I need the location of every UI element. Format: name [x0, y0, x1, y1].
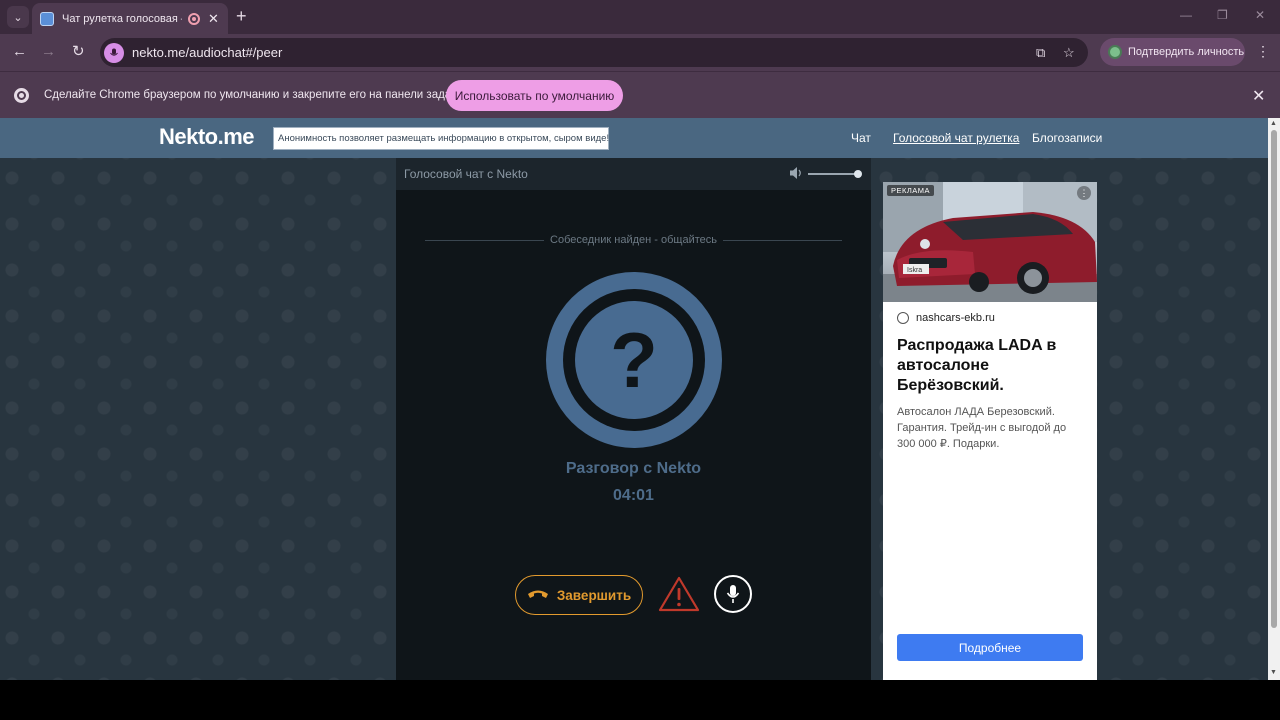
forward-arrow-icon[interactable]: →: [41, 43, 56, 61]
call-timer: 04:01: [613, 487, 654, 504]
car-illustration: Iskra: [883, 182, 1097, 302]
scroll-up-icon[interactable]: ▲: [1270, 120, 1277, 127]
default-browser-infobar: Сделайте Chrome браузером по умолчанию и…: [0, 71, 1280, 118]
scrollbar-thumb[interactable]: [1271, 130, 1277, 628]
minimize-icon[interactable]: —: [1180, 8, 1192, 22]
panel-header: Голосовой чат с Nekto: [396, 158, 871, 190]
advertisement[interactable]: Iskra РЕКЛАМА ⋮ nashcars-ekb.ru Распрода…: [883, 182, 1097, 680]
ad-label: РЕКЛАМА: [887, 185, 935, 196]
recording-indicator-icon: [188, 12, 200, 25]
end-call-label: Завершить: [556, 587, 632, 603]
infobar-close-icon[interactable]: ✕: [1252, 86, 1265, 106]
verify-identity-label: Подтвердить личность: [1128, 46, 1245, 58]
tab-close-icon[interactable]: ✕: [208, 11, 219, 27]
verify-identity-button[interactable]: Подтвердить личность: [1100, 38, 1245, 66]
site-favicon-icon: [40, 11, 54, 26]
microphone-toggle-button[interactable]: [714, 575, 752, 613]
chrome-logo-icon: [14, 88, 29, 103]
letterbox-bar: [0, 680, 1280, 720]
ad-car-image[interactable]: Iskra РЕКЛАМА ⋮: [883, 182, 1097, 302]
window-close-icon[interactable]: ✕: [1255, 8, 1265, 22]
nav-link-chat[interactable]: Чат: [851, 131, 871, 145]
ad-domain: nashcars-ekb.ru: [916, 312, 995, 324]
nav-link-voice-chat[interactable]: Голосовой чат рулетка: [893, 131, 1019, 145]
ad-description: Автосалон ЛАДА Березовский. Гарантия. Тр…: [897, 406, 1067, 450]
page-scrollbar[interactable]: ▲ ▼: [1268, 118, 1280, 680]
bookmark-star-icon[interactable]: ☆: [1063, 45, 1075, 61]
ad-details-button[interactable]: Подробнее: [897, 634, 1083, 661]
active-tab[interactable]: Чат рулетка голосовая — N ✕: [32, 3, 228, 34]
globe-icon: [897, 312, 909, 324]
site-tagline: Анонимность позволяет размещать информац…: [273, 127, 609, 150]
call-title: Разговор с Nekto: [565, 460, 702, 477]
maximize-icon[interactable]: ❐: [1217, 8, 1228, 22]
url-text: nekto.me/audiochat#/peer: [132, 45, 283, 60]
tab-search-button[interactable]: ⌄: [7, 6, 29, 28]
reload-icon[interactable]: ↻: [72, 43, 85, 61]
infobar-message: Сделайте Chrome браузером по умолчанию и…: [44, 89, 461, 101]
back-arrow-icon[interactable]: ←: [12, 43, 27, 61]
hang-up-phone-icon: [527, 590, 548, 598]
car-plate-text: Iskra: [907, 267, 922, 274]
voice-chat-panel: Голосовой чат с Nekto Собеседник найден …: [396, 158, 871, 680]
volume-slider[interactable]: [808, 173, 858, 175]
nav-link-blog[interactable]: Блогозаписи: [1032, 131, 1102, 145]
microphone-icon: [726, 585, 740, 603]
microphone-in-use-icon[interactable]: [104, 42, 124, 63]
install-app-icon[interactable]: ⧉: [1036, 45, 1045, 61]
address-bar[interactable]: nekto.me/audiochat#/peer ⧉ ☆: [100, 38, 1088, 67]
site-header: Nekto.me Анонимность позволяет размещать…: [0, 118, 1268, 158]
volume-slider-knob[interactable]: [854, 170, 862, 178]
question-mark-icon: ?: [575, 301, 693, 419]
peer-avatar: ?: [546, 272, 722, 448]
ad-title[interactable]: Распродажа LADA в автосалоне Берёзовский…: [897, 336, 1087, 396]
panel-title: Голосовой чат с Nekto: [404, 167, 528, 181]
ad-domain-row[interactable]: nashcars-ekb.ru: [897, 312, 995, 324]
ad-options-icon[interactable]: ⋮: [1077, 186, 1091, 200]
status-message-text: Собеседник найден - общайтесь: [544, 234, 723, 246]
tab-strip: ⌄ Чат рулетка голосовая — N ✕ + — ❐ ✕: [0, 0, 1280, 34]
new-tab-button[interactable]: +: [236, 7, 247, 25]
scroll-down-icon[interactable]: ▼: [1270, 669, 1277, 676]
report-warning-icon[interactable]: [658, 575, 700, 613]
end-call-button[interactable]: Завершить: [515, 575, 643, 615]
profile-avatar: [1108, 45, 1122, 59]
status-message: Собеседник найден - общайтесь: [396, 234, 871, 246]
tab-title: Чат рулетка голосовая — N: [62, 12, 182, 25]
site-logo[interactable]: Nekto.me: [159, 124, 255, 150]
browser-menu-icon[interactable]: ⋮: [1256, 43, 1270, 60]
volume-icon[interactable]: [789, 165, 803, 181]
set-default-button[interactable]: Использовать по умолчанию: [446, 80, 623, 111]
browser-toolbar: ← → ↻ nekto.me/audiochat#/peer ⧉ ☆ Подтв…: [0, 34, 1280, 71]
page-content: Nekto.me Анонимность позволяет размещать…: [0, 118, 1268, 680]
